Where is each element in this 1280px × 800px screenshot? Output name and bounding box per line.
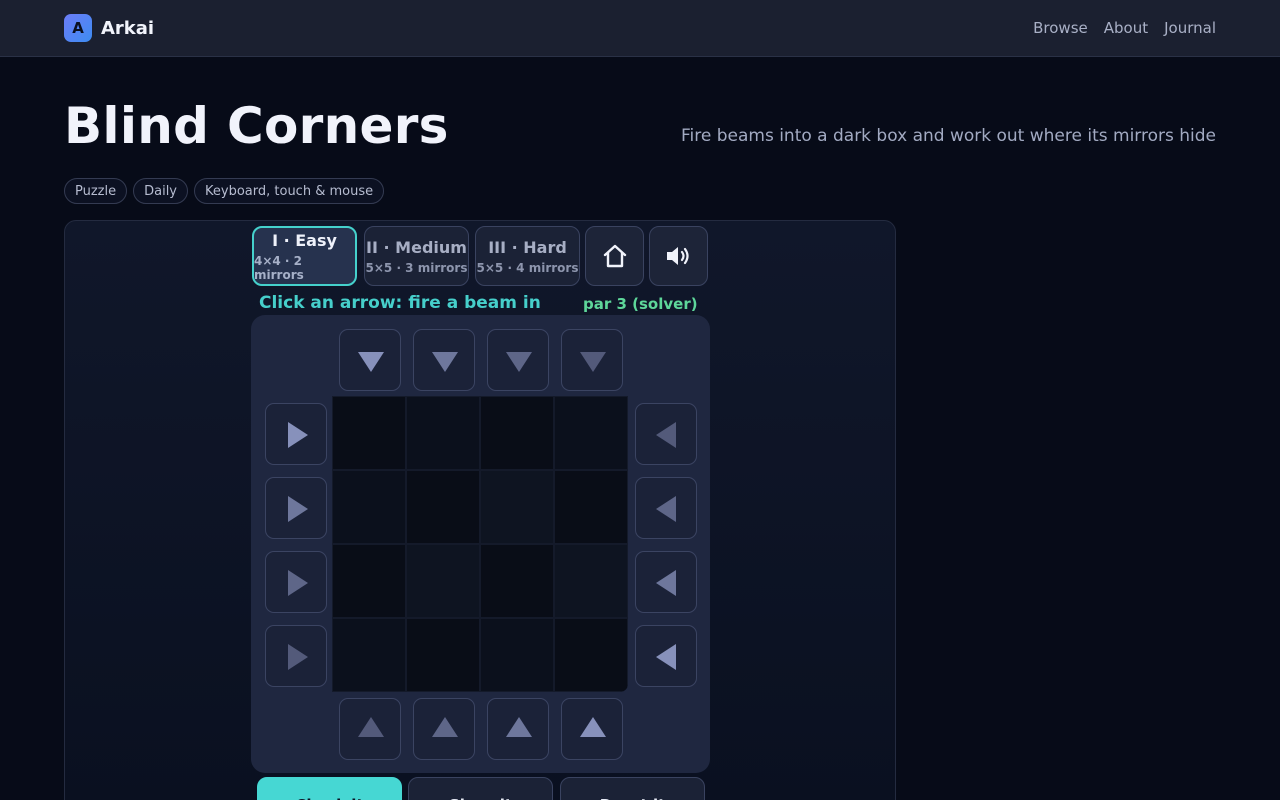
home-button[interactable]	[585, 226, 644, 286]
level-name: III · Hard	[488, 237, 567, 257]
arrow-up-icon	[432, 717, 458, 737]
top-bar: A Arkai Browse About Journal	[0, 0, 1280, 57]
grid-cell[interactable]	[332, 396, 406, 470]
arrow-right-icon	[288, 496, 308, 522]
arrow-right-icon	[288, 570, 308, 596]
tag-input: Keyboard, touch & mouse	[194, 178, 385, 204]
level-desc: 5×5 · 3 mirrors	[365, 260, 468, 275]
grid-cell[interactable]	[480, 470, 554, 544]
sound-button[interactable]	[649, 226, 708, 286]
arrow-left-icon	[656, 422, 676, 448]
level-desc: 5×5 · 4 mirrors	[476, 260, 579, 275]
brand-name: Arkai	[101, 17, 155, 39]
arrow-down-icon	[432, 352, 458, 372]
par-indicator: par 3 (solver)	[583, 295, 698, 313]
arrow-up-icon	[580, 717, 606, 737]
grid-cell[interactable]	[554, 470, 628, 544]
arrow-left-icon	[656, 570, 676, 596]
home-icon	[603, 244, 626, 268]
level-desc: 4×4 · 2 mirrors	[254, 253, 304, 282]
arrow-left-icon	[656, 496, 676, 522]
grid-cell[interactable]	[406, 470, 480, 544]
fire-down-col-4[interactable]	[561, 329, 623, 391]
nav-journal[interactable]: Journal	[1164, 19, 1216, 37]
tag-puzzle: Puzzle	[64, 178, 128, 204]
arrow-right-icon	[288, 422, 308, 448]
level-name: I · Easy	[272, 230, 337, 250]
grid-cell[interactable]	[480, 396, 554, 470]
level-medium-button[interactable]: II · Medium 5×5 · 3 mirrors	[364, 226, 469, 286]
nav-browse[interactable]: Browse	[1033, 19, 1088, 37]
grid-cell[interactable]	[332, 544, 406, 618]
grid-cell[interactable]	[554, 396, 628, 470]
fire-left-row-4[interactable]	[635, 625, 697, 687]
fire-right-row-2[interactable]	[265, 477, 327, 539]
main-nav: Browse About Journal	[1033, 19, 1216, 37]
speaker-icon	[666, 247, 689, 265]
page-title: Blind Corners	[64, 97, 449, 155]
fire-up-col-3[interactable]	[487, 698, 549, 760]
grid-cell[interactable]	[554, 544, 628, 618]
grid-cell[interactable]	[332, 470, 406, 544]
fire-down-col-3[interactable]	[487, 329, 549, 391]
grid-cell[interactable]	[332, 618, 406, 692]
grid-cell[interactable]	[406, 396, 480, 470]
arrow-right-icon	[288, 644, 308, 670]
brand[interactable]: A Arkai	[64, 14, 154, 42]
arrow-down-icon	[358, 352, 384, 372]
grid-cell[interactable]	[554, 618, 628, 692]
arrow-left-icon	[656, 644, 676, 670]
brand-logo: A	[64, 14, 92, 42]
arrow-down-icon	[506, 352, 532, 372]
fire-left-row-1[interactable]	[635, 403, 697, 465]
arrow-up-icon	[358, 717, 384, 737]
grid-cell[interactable]	[406, 544, 480, 618]
fire-down-col-1[interactable]	[339, 329, 401, 391]
page-subtitle: Fire beams into a dark box and work out …	[680, 126, 1216, 146]
nav-about[interactable]: About	[1104, 19, 1148, 37]
grid-cell[interactable]	[406, 618, 480, 692]
check-button[interactable]: Check it	[257, 777, 402, 800]
fire-down-col-2[interactable]	[413, 329, 475, 391]
arrow-up-icon	[506, 717, 532, 737]
fire-up-col-4[interactable]	[561, 698, 623, 760]
tag-daily: Daily	[133, 178, 189, 204]
arrow-down-icon	[580, 352, 606, 372]
reset-button[interactable]: Reset it	[560, 777, 705, 800]
mirror-grid	[332, 396, 628, 692]
fire-left-row-3[interactable]	[635, 551, 697, 613]
fire-right-row-4[interactable]	[265, 625, 327, 687]
fire-right-row-1[interactable]	[265, 403, 327, 465]
fire-up-col-2[interactable]	[413, 698, 475, 760]
level-name: II · Medium	[366, 237, 467, 257]
fire-left-row-2[interactable]	[635, 477, 697, 539]
grid-cell[interactable]	[480, 618, 554, 692]
tag-list: Puzzle Daily Keyboard, touch & mouse	[64, 178, 385, 204]
grid-cell[interactable]	[480, 544, 554, 618]
level-hard-button[interactable]: III · Hard 5×5 · 4 mirrors	[475, 226, 580, 286]
show-button[interactable]: Show it	[408, 777, 553, 800]
fire-right-row-3[interactable]	[265, 551, 327, 613]
level-easy-button[interactable]: I · Easy 4×4 · 2 mirrors	[252, 226, 357, 286]
status-message: Click an arrow: fire a beam in	[259, 293, 541, 313]
fire-up-col-1[interactable]	[339, 698, 401, 760]
